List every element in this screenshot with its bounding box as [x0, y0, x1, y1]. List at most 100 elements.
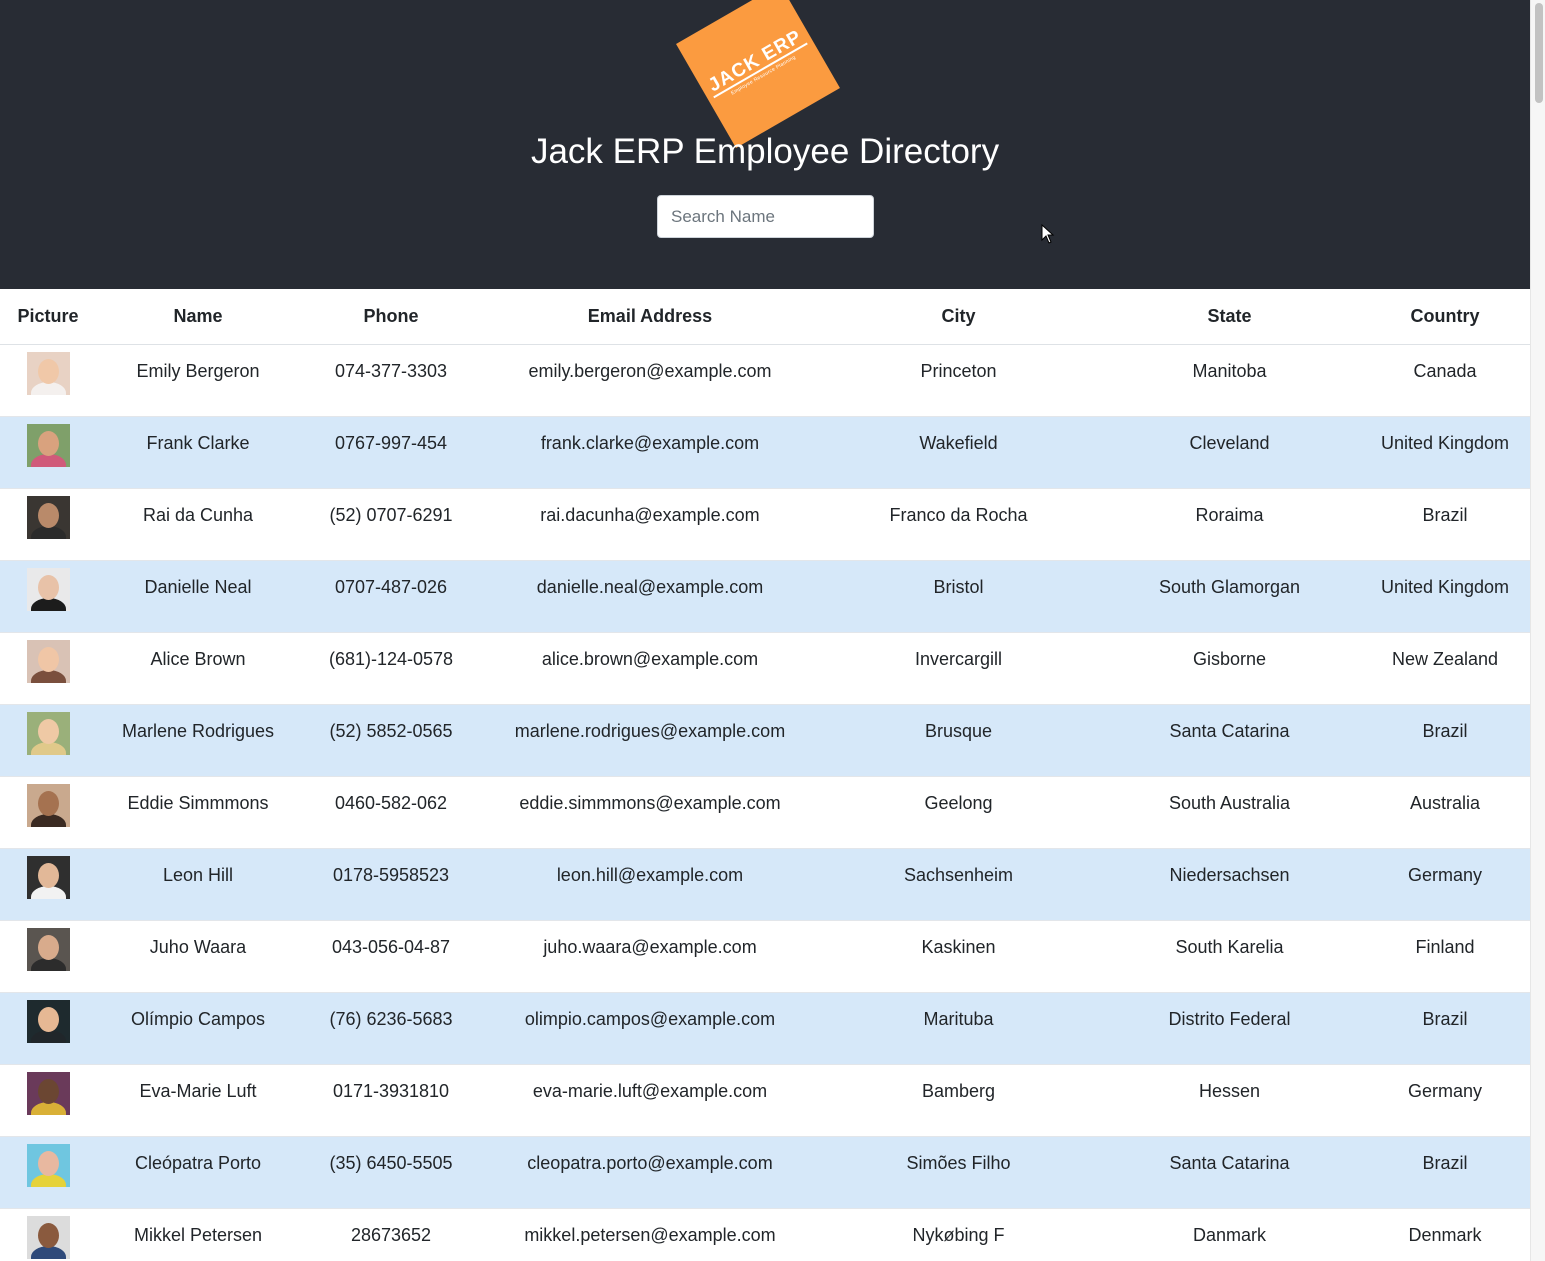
state-cell: Distrito Federal: [1099, 992, 1360, 1065]
table-row: Eddie Simmmons 0460-582-062 eddie.simmmons…: [0, 776, 1530, 849]
email-cell: danielle.neal@example.com: [482, 560, 818, 633]
country-cell: Canada: [1360, 344, 1530, 417]
country-cell: Brazil: [1360, 1136, 1530, 1209]
avatar: [26, 352, 70, 395]
email-cell: marlene.rodrigues@example.com: [482, 704, 818, 777]
avatar: [26, 928, 70, 971]
page: JACK ERP Employee Resource Planning Jack…: [0, 0, 1530, 1261]
name-cell: Eva-Marie Luft: [96, 1064, 300, 1137]
city-cell: Wakefield: [818, 416, 1099, 489]
country-cell: Brazil: [1360, 704, 1530, 777]
state-cell: Santa Catarina: [1099, 704, 1360, 777]
city-cell: Bristol: [818, 560, 1099, 633]
column-header-city[interactable]: City: [818, 289, 1099, 345]
email-cell: emily.bergeron@example.com: [482, 344, 818, 417]
country-cell: Australia: [1360, 776, 1530, 849]
table-row: Mikkel Petersen 28673652 mikkel.petersen@e…: [0, 1208, 1530, 1261]
picture-cell: [0, 416, 96, 489]
table-row: Eva-Marie Luft 0171-3931810 eva-marie.luft…: [0, 1064, 1530, 1137]
country-cell: Finland: [1360, 920, 1530, 993]
country-cell: New Zealand: [1360, 632, 1530, 705]
avatar: [26, 424, 70, 467]
email-cell: eddie.simmmons@example.com: [482, 776, 818, 849]
avatar: [26, 1072, 70, 1115]
phone-cell: (52) 5852-0565: [300, 704, 482, 777]
city-cell: Nykøbing F: [818, 1208, 1099, 1261]
name-cell: Rai da Cunha: [96, 488, 300, 561]
column-header-phone[interactable]: Phone: [300, 289, 482, 345]
vertical-scrollbar[interactable]: [1530, 0, 1545, 1261]
country-cell: Denmark: [1360, 1208, 1530, 1261]
column-header-state[interactable]: State: [1099, 289, 1360, 345]
phone-cell: 0707-487-026: [300, 560, 482, 633]
table-row: Marlene Rodrigues (52) 5852-0565 marlene.r…: [0, 704, 1530, 777]
picture-cell: [0, 344, 96, 417]
table-row: Frank Clarke 0767-997-454 frank.clarke@exa…: [0, 416, 1530, 489]
avatar: [26, 1144, 70, 1187]
state-cell: South Glamorgan: [1099, 560, 1360, 633]
email-cell: cleopatra.porto@example.com: [482, 1136, 818, 1209]
name-cell: Mikkel Petersen: [96, 1208, 300, 1261]
table-row: Cleópatra Porto (35) 6450-5505 cleopatra.p…: [0, 1136, 1530, 1209]
state-cell: South Australia: [1099, 776, 1360, 849]
city-cell: Marituba: [818, 992, 1099, 1065]
picture-cell: [0, 1208, 96, 1261]
logo-badge: JACK ERP Employee Resource Planning: [676, 0, 840, 148]
scrollbar-thumb[interactable]: [1535, 3, 1543, 103]
logo: JACK ERP Employee Resource Planning: [676, 0, 840, 148]
avatar: [26, 496, 70, 539]
phone-cell: (76) 6236-5683: [300, 992, 482, 1065]
mouse-cursor-icon: [1041, 224, 1055, 244]
table-body: Emily Bergeron 074-377-3303 emily.bergeron…: [0, 344, 1530, 1261]
page-title: Jack ERP Employee Directory: [530, 132, 1000, 171]
email-cell: leon.hill@example.com: [482, 848, 818, 921]
column-header-picture[interactable]: Picture: [0, 289, 96, 345]
picture-cell: [0, 992, 96, 1065]
city-cell: Princeton: [818, 344, 1099, 417]
name-cell: Olímpio Campos: [96, 992, 300, 1065]
city-cell: Simões Filho: [818, 1136, 1099, 1209]
avatar: [26, 640, 70, 683]
search-input[interactable]: [657, 195, 874, 238]
table-row: Alice Brown (681)-124-0578 alice.brown@exa…: [0, 632, 1530, 705]
employee-table: Picture Name Phone Email Address City State Co…: [0, 289, 1530, 1261]
table-row: Olímpio Campos (76) 6236-5683 olimpio.camp…: [0, 992, 1530, 1065]
city-cell: Sachsenheim: [818, 848, 1099, 921]
table-row: Emily Bergeron 074-377-3303 emily.bergeron…: [0, 344, 1530, 417]
picture-cell: [0, 632, 96, 705]
avatar: [26, 856, 70, 899]
phone-cell: 074-377-3303: [300, 344, 482, 417]
avatar: [26, 1000, 70, 1043]
email-cell: eva-marie.luft@example.com: [482, 1064, 818, 1137]
phone-cell: 043-056-04-87: [300, 920, 482, 993]
phone-cell: 0460-582-062: [300, 776, 482, 849]
column-header-country[interactable]: Country: [1360, 289, 1530, 345]
email-cell: alice.brown@example.com: [482, 632, 818, 705]
avatar: [26, 568, 70, 611]
state-cell: Manitoba: [1099, 344, 1360, 417]
phone-cell: (35) 6450-5505: [300, 1136, 482, 1209]
column-header-email[interactable]: Email Address: [482, 289, 818, 345]
picture-cell: [0, 704, 96, 777]
table-header-row: Picture Name Phone Email Address City State Co…: [0, 289, 1530, 345]
avatar: [26, 712, 70, 755]
picture-cell: [0, 848, 96, 921]
table-row: Juho Waara 043-056-04-87 juho.waara@exampl…: [0, 920, 1530, 993]
column-header-name[interactable]: Name: [96, 289, 300, 345]
state-cell: Hessen: [1099, 1064, 1360, 1137]
phone-cell: 28673652: [300, 1208, 482, 1261]
phone-cell: 0178-5958523: [300, 848, 482, 921]
picture-cell: [0, 1064, 96, 1137]
app-header: JACK ERP Employee Resource Planning Jack…: [0, 0, 1530, 289]
country-cell: Germany: [1360, 848, 1530, 921]
state-cell: Roraima: [1099, 488, 1360, 561]
avatar: [26, 1216, 70, 1259]
city-cell: Franco da Rocha: [818, 488, 1099, 561]
table-row: Danielle Neal 0707-487-026 danielle.neal@e…: [0, 560, 1530, 633]
name-cell: Alice Brown: [96, 632, 300, 705]
logo-text: JACK ERP: [704, 26, 808, 99]
name-cell: Emily Bergeron: [96, 344, 300, 417]
country-cell: Brazil: [1360, 992, 1530, 1065]
email-cell: olimpio.campos@example.com: [482, 992, 818, 1065]
picture-cell: [0, 560, 96, 633]
